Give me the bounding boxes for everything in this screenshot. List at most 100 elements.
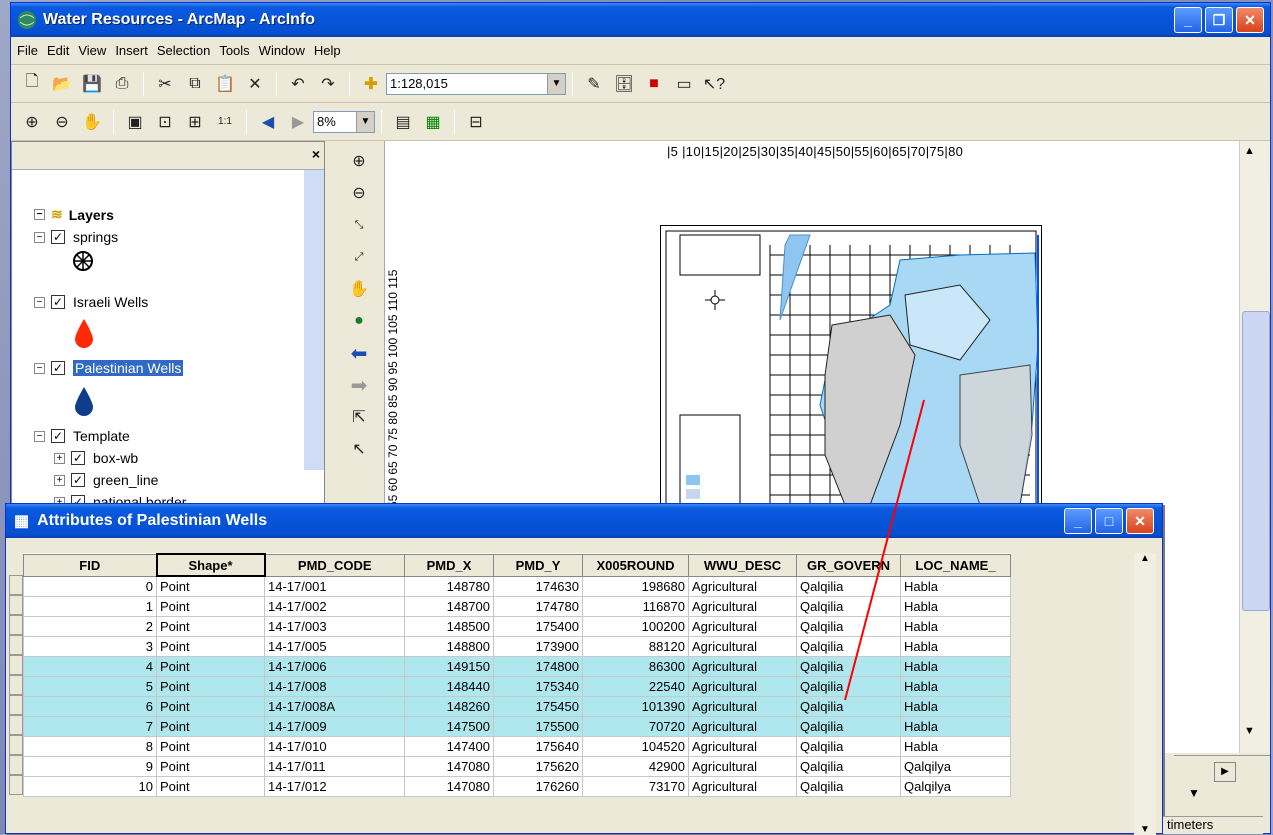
arctoolbox-icon[interactable]: ■ (642, 72, 666, 96)
close-icon[interactable]: × (312, 146, 320, 162)
editor-icon[interactable]: ✎ (582, 72, 606, 96)
table-row[interactable]: 4 Point 14-17/006 149150 174800 86300 Agricult… (23, 655, 1011, 677)
cell-code[interactable]: 14-17/009 (264, 715, 405, 737)
next-extent-icon[interactable]: ▶ (286, 110, 310, 134)
cell-y[interactable]: 175500 (493, 715, 583, 737)
cell-x[interactable]: 148440 (404, 675, 494, 697)
maximize-button[interactable]: ❐ (1205, 7, 1233, 33)
chevron-up-icon[interactable]: ▲ (1244, 145, 1255, 157)
cell-code[interactable]: 14-17/003 (264, 615, 405, 637)
fixed-zoom-in-icon[interactable]: ⤡ (347, 213, 371, 237)
table-row[interactable]: 6 Point 14-17/008A 148260 175450 101390 Agricu… (23, 695, 1011, 717)
open-folder-icon[interactable]: 📂 (50, 72, 74, 96)
cell-desc[interactable]: Agricultural (688, 655, 797, 677)
column-header-pmd-y[interactable]: PMD_Y (493, 553, 583, 577)
minimize-button[interactable]: _ (1174, 7, 1202, 33)
cell-desc[interactable]: Agricultural (688, 695, 797, 717)
cell-shape[interactable]: Point (156, 675, 265, 697)
cell-loc[interactable]: Habla (900, 735, 1011, 757)
toc-scrollbar[interactable] (304, 170, 324, 470)
paste-icon[interactable]: 📋 (213, 72, 237, 96)
layer-box-wb[interactable]: + ✓ box-wb (54, 450, 138, 466)
cell-desc[interactable]: Agricultural (688, 595, 797, 617)
cell-shape[interactable]: Point (156, 735, 265, 757)
row-selector[interactable] (9, 575, 23, 595)
cell-code[interactable]: 14-17/001 (264, 575, 405, 597)
scroll-right-icon[interactable]: ▶ (1214, 762, 1236, 782)
column-header-loc-name[interactable]: LOC_NAME_ (900, 553, 1011, 577)
cell-y[interactable]: 176260 (493, 775, 583, 797)
menu-help[interactable]: Help (314, 43, 341, 58)
cell-gov[interactable]: Qalqilia (796, 715, 901, 737)
cell-gov[interactable]: Qalqilia (796, 755, 901, 777)
table-row[interactable]: 9 Point 14-17/011 147080 175620 42900 Agricult… (23, 755, 1011, 777)
save-icon[interactable]: 💾 (80, 72, 104, 96)
cell-code[interactable]: 14-17/011 (264, 755, 405, 777)
zoom-out-icon[interactable]: ⊖ (347, 181, 371, 205)
cell-fid[interactable]: 4 (23, 655, 157, 677)
add-data-icon[interactable]: ✚ (359, 72, 383, 96)
table-row[interactable]: 2 Point 14-17/003 148500 175400 100200 Agricul… (23, 615, 1011, 637)
cell-y[interactable]: 175450 (493, 695, 583, 717)
cell-desc[interactable]: Agricultural (688, 755, 797, 777)
cell-desc[interactable]: Agricultural (688, 735, 797, 757)
cell-round[interactable]: 88120 (582, 635, 689, 657)
cell-shape[interactable]: Point (156, 655, 265, 677)
zoom-out-page-icon[interactable]: ⊖ (50, 110, 74, 134)
cell-x[interactable]: 148700 (404, 595, 494, 617)
row-selector[interactable] (9, 715, 23, 735)
pan-icon[interactable]: ✋ (347, 277, 371, 301)
cell-code[interactable]: 14-17/005 (264, 635, 405, 657)
cell-gov[interactable]: Qalqilia (796, 655, 901, 677)
column-header-x005round[interactable]: X005ROUND (582, 553, 689, 577)
cell-round[interactable]: 100200 (582, 615, 689, 637)
layer-visibility-checkbox[interactable]: ✓ (51, 230, 65, 244)
row-selector[interactable] (9, 635, 23, 655)
row-selector[interactable] (9, 655, 23, 675)
cell-loc[interactable]: Habla (900, 655, 1011, 677)
cell-shape[interactable]: Point (156, 595, 265, 617)
cell-shape[interactable]: Point (156, 715, 265, 737)
cell-fid[interactable]: 8 (23, 735, 157, 757)
cell-shape[interactable]: Point (156, 575, 265, 597)
cell-gov[interactable]: Qalqilia (796, 575, 901, 597)
menu-edit[interactable]: Edit (47, 43, 69, 58)
cell-loc[interactable]: Habla (900, 615, 1011, 637)
cell-loc[interactable]: Habla (900, 575, 1011, 597)
cell-gov[interactable]: Qalqilia (796, 675, 901, 697)
row-selector[interactable] (9, 735, 23, 755)
cell-fid[interactable]: 9 (23, 755, 157, 777)
cell-gov[interactable]: Qalqilia (796, 635, 901, 657)
cell-x[interactable]: 148780 (404, 575, 494, 597)
expand-icon[interactable]: + (54, 474, 65, 486)
cell-x[interactable]: 147400 (404, 735, 494, 757)
column-header-shape[interactable]: Shape* (155, 553, 266, 577)
expand-icon[interactable]: + (54, 452, 65, 464)
cell-y[interactable]: 174780 (493, 595, 583, 617)
layer-template[interactable]: − ✓ Template (34, 428, 130, 444)
collapse-icon[interactable]: − (34, 430, 45, 442)
chevron-down-icon[interactable]: ▼ (547, 73, 565, 94)
delete-icon[interactable]: ✕ (243, 72, 267, 96)
zoom-whole-page-icon[interactable]: ▣ (123, 110, 147, 134)
cut-icon[interactable]: ✂ (153, 72, 177, 96)
cell-x[interactable]: 147500 (404, 715, 494, 737)
cell-code[interactable]: 14-17/006 (264, 655, 405, 677)
layer-israeli-wells[interactable]: − ✓ Israeli Wells (34, 294, 148, 310)
chevron-up-icon[interactable]: ▲ (1134, 553, 1156, 564)
scroll-thumb[interactable] (1242, 311, 1270, 611)
cell-shape[interactable]: Point (156, 615, 265, 637)
cell-shape[interactable]: Point (156, 755, 265, 777)
minimize-button[interactable]: _ (1064, 508, 1092, 534)
cell-x[interactable]: 149150 (404, 655, 494, 677)
cell-round[interactable]: 70720 (582, 715, 689, 737)
collapse-icon[interactable]: − (34, 231, 45, 243)
forward-arrow-icon[interactable]: ➡ (347, 373, 371, 397)
chevron-down-icon[interactable]: ▼ (1134, 824, 1156, 835)
column-header-pmd-x[interactable]: PMD_X (404, 553, 494, 577)
cell-loc[interactable]: Habla (900, 715, 1011, 737)
cell-y[interactable]: 175340 (493, 675, 583, 697)
table-row[interactable]: 1 Point 14-17/002 148700 174780 116870 Agricul… (23, 595, 1011, 617)
command-line-icon[interactable]: ▭ (672, 72, 696, 96)
layer-springs[interactable]: − ✓ springs (34, 229, 118, 245)
